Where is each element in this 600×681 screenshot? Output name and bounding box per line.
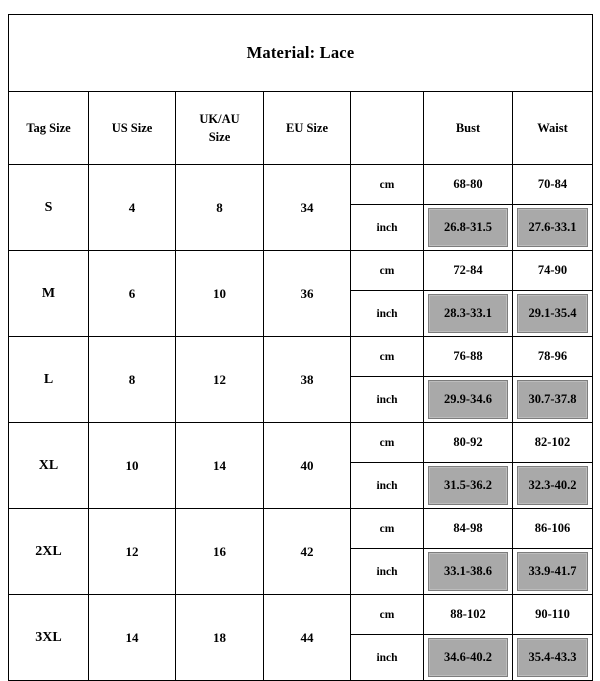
cell-unit-inch: inch: [350, 462, 424, 509]
cell-us-size: 6: [88, 250, 176, 337]
cell-eu-size: 42: [263, 508, 351, 595]
cell-uk-au-size: 14: [175, 422, 264, 509]
cell-uk-au-size: 10: [175, 250, 264, 337]
cell-tag-size: XL: [8, 422, 89, 509]
header-unit: [350, 91, 424, 165]
cell-tag-size: S: [8, 164, 89, 251]
shaded-value: 29.1-35.4: [517, 294, 588, 333]
shaded-value: 28.3-33.1: [428, 294, 508, 333]
cell-unit-cm: cm: [350, 508, 424, 549]
cell-us-size: 14: [88, 594, 176, 681]
header-us-size: US Size: [88, 91, 176, 165]
cell-bust-inch: 26.8-31.5: [423, 204, 513, 251]
cell-waist-cm: 78-96: [512, 336, 593, 377]
cell-waist-inch: 29.1-35.4: [512, 290, 593, 337]
cell-waist-inch: 32.3-40.2: [512, 462, 593, 509]
cell-bust-cm: 68-80: [423, 164, 513, 205]
cell-bust-cm: 80-92: [423, 422, 513, 463]
cell-waist-cm: 90-110: [512, 594, 593, 635]
cell-tag-size: 2XL: [8, 508, 89, 595]
header-tag-size: Tag Size: [8, 91, 89, 165]
cell-bust-inch: 28.3-33.1: [423, 290, 513, 337]
shaded-value: 26.8-31.5: [428, 208, 508, 247]
cell-waist-cm: 82-102: [512, 422, 593, 463]
shaded-value: 34.6-40.2: [428, 638, 508, 677]
shaded-value: 32.3-40.2: [517, 466, 588, 505]
header-row: Tag Size US Size UK/AU Size EU Size Bust…: [8, 91, 593, 165]
cell-uk-au-size: 18: [175, 594, 264, 681]
size-chart-table: Material: Lace Tag Size US Size UK/AU Si…: [8, 14, 593, 681]
cell-us-size: 4: [88, 164, 176, 251]
cell-bust-inch: 31.5-36.2: [423, 462, 513, 509]
cell-bust-cm: 84-98: [423, 508, 513, 549]
shaded-value: 33.9-41.7: [517, 552, 588, 591]
title-row: Material: Lace: [8, 14, 593, 92]
cell-unit-cm: cm: [350, 336, 424, 377]
cell-unit-inch: inch: [350, 290, 424, 337]
cell-us-size: 10: [88, 422, 176, 509]
cell-waist-inch: 30.7-37.8: [512, 376, 593, 423]
cell-bust-inch: 34.6-40.2: [423, 634, 513, 681]
cell-uk-au-size: 12: [175, 336, 264, 423]
cell-waist-inch: 27.6-33.1: [512, 204, 593, 251]
cell-bust-inch: 29.9-34.6: [423, 376, 513, 423]
cell-unit-cm: cm: [350, 164, 424, 205]
cell-unit-cm: cm: [350, 594, 424, 635]
header-bust: Bust: [423, 91, 513, 165]
cell-waist-cm: 74-90: [512, 250, 593, 291]
shaded-value: 29.9-34.6: [428, 380, 508, 419]
cell-us-size: 8: [88, 336, 176, 423]
cell-eu-size: 34: [263, 164, 351, 251]
table-row: L 8 12 38 cm 76-88 78-96: [8, 336, 593, 423]
shaded-value: 33.1-38.6: [428, 552, 508, 591]
size-chart-container: Material: Lace Tag Size US Size UK/AU Si…: [8, 14, 593, 681]
cell-unit-cm: cm: [350, 250, 424, 291]
header-uk-au-size-line1: UK/AU: [199, 111, 240, 126]
cell-unit-inch: inch: [350, 376, 424, 423]
table-row: 3XL 14 18 44 cm 88-102 90-110: [8, 594, 593, 681]
cell-eu-size: 40: [263, 422, 351, 509]
cell-eu-size: 38: [263, 336, 351, 423]
shaded-value: 27.6-33.1: [517, 208, 588, 247]
cell-bust-cm: 72-84: [423, 250, 513, 291]
cell-eu-size: 44: [263, 594, 351, 681]
cell-unit-cm: cm: [350, 422, 424, 463]
cell-bust-cm: 76-88: [423, 336, 513, 377]
cell-uk-au-size: 16: [175, 508, 264, 595]
chart-title: Material: Lace: [8, 14, 593, 92]
cell-waist-inch: 35.4-43.3: [512, 634, 593, 681]
shaded-value: 30.7-37.8: [517, 380, 588, 419]
cell-us-size: 12: [88, 508, 176, 595]
table-row: XL 10 14 40 cm 80-92 82-102: [8, 422, 593, 509]
cell-waist-cm: 86-106: [512, 508, 593, 549]
header-waist: Waist: [512, 91, 593, 165]
header-uk-au-size: UK/AU Size: [175, 91, 264, 165]
table-row: 2XL 12 16 42 cm 84-98 86-106: [8, 508, 593, 595]
cell-unit-inch: inch: [350, 634, 424, 681]
cell-tag-size: M: [8, 250, 89, 337]
cell-unit-inch: inch: [350, 204, 424, 251]
cell-waist-cm: 70-84: [512, 164, 593, 205]
shaded-value: 31.5-36.2: [428, 466, 508, 505]
cell-waist-inch: 33.9-41.7: [512, 548, 593, 595]
cell-bust-inch: 33.1-38.6: [423, 548, 513, 595]
cell-eu-size: 36: [263, 250, 351, 337]
header-eu-size: EU Size: [263, 91, 351, 165]
table-row: S 4 8 34 cm 68-80 70-84: [8, 164, 593, 251]
cell-tag-size: L: [8, 336, 89, 423]
header-uk-au-size-line2: Size: [208, 130, 231, 144]
table-row: M 6 10 36 cm 72-84 74-90: [8, 250, 593, 337]
cell-uk-au-size: 8: [175, 164, 264, 251]
shaded-value: 35.4-43.3: [517, 638, 588, 677]
cell-tag-size: 3XL: [8, 594, 89, 681]
cell-unit-inch: inch: [350, 548, 424, 595]
cell-bust-cm: 88-102: [423, 594, 513, 635]
